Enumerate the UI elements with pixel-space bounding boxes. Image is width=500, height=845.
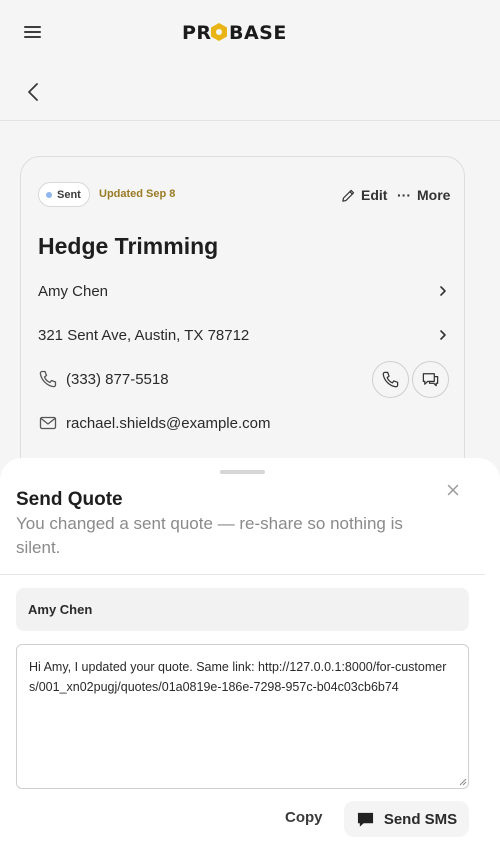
chevron-right-icon [440, 330, 446, 340]
close-icon[interactable] [445, 482, 461, 498]
copy-button[interactable]: Copy [285, 809, 323, 826]
chevron-right-icon [440, 286, 446, 296]
email-row[interactable]: rachael.shields@example.com [38, 412, 448, 434]
svg-text:PR: PR [182, 22, 212, 44]
chat-bubbles-icon [422, 373, 439, 387]
phone-icon [39, 370, 57, 388]
recipient-name: Amy Chen [28, 602, 93, 617]
send-sms-label: Send SMS [383, 810, 458, 828]
message-textarea[interactable]: Hi Amy, I updated your quote. Same link:… [16, 644, 469, 789]
address: 321 Sent Ave, Austin, TX 78712 [38, 326, 250, 344]
sheet-title: Send Quote [16, 489, 123, 510]
edit-button[interactable]: Edit [341, 187, 387, 203]
send-sms-button[interactable]: Send SMS [344, 801, 469, 837]
message-button[interactable] [412, 361, 449, 398]
resize-handle-icon[interactable] [459, 778, 467, 786]
sheet-subtitle: You changed a sent quote — re-share so n… [16, 514, 403, 557]
chat-bubble-icon [357, 812, 373, 827]
mail-icon [39, 416, 57, 430]
probase-logo: PR BASE [182, 22, 287, 44]
ellipsis-icon: ··· [397, 187, 411, 203]
back-chevron-icon[interactable] [22, 80, 44, 104]
quote-card: Sent Updated Sep 8 Edit ··· More Hedge T… [20, 156, 465, 486]
edit-label: Edit [361, 187, 388, 203]
sheet-drag-handle[interactable] [220, 470, 265, 474]
more-label: More [417, 187, 451, 203]
navigation-bar [0, 64, 500, 121]
top-bar: PR BASE [0, 0, 500, 64]
quote-title: Hedge Trimming [38, 233, 219, 259]
divider [0, 574, 485, 575]
hamburger-menu-icon[interactable] [22, 22, 44, 42]
more-button[interactable]: ··· More [397, 187, 450, 203]
status-badge: Sent [38, 182, 90, 207]
status-label: Sent [57, 188, 81, 201]
status-dot-icon [46, 191, 52, 198]
svg-text:BASE: BASE [229, 22, 287, 44]
phone-number: (333) 877-5518 [66, 370, 169, 388]
phone-row[interactable]: (333) 877-5518 [38, 368, 338, 390]
updated-date: Updated Sep 8 [99, 188, 176, 200]
pencil-icon [342, 189, 355, 202]
phone-icon [382, 371, 399, 388]
send-quote-sheet: Send Quote You changed a sent quote — re… [0, 458, 500, 845]
call-button[interactable] [372, 361, 409, 398]
address-row[interactable]: 321 Sent Ave, Austin, TX 78712 [38, 324, 448, 346]
recipient-field[interactable]: Amy Chen [16, 588, 469, 631]
customer-row[interactable]: Amy Chen [38, 280, 448, 302]
customer-name: Amy Chen [38, 282, 109, 300]
email-address: rachael.shields@example.com [66, 414, 271, 432]
